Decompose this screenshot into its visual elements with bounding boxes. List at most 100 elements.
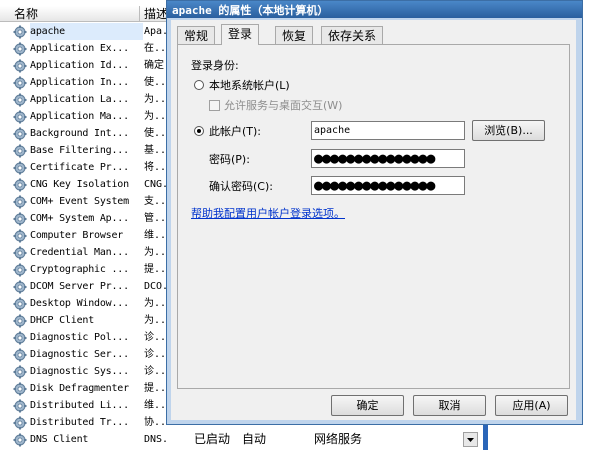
service-name: Diagnostic Pol...	[30, 332, 129, 343]
service-row[interactable]: Distributed Tr... 协..	[0, 414, 170, 431]
account-name-input[interactable]: apache	[311, 121, 465, 140]
service-name: DNS Client	[30, 434, 89, 445]
service-description: 确定	[144, 60, 164, 71]
tab-recovery[interactable]: 恢复	[275, 26, 314, 44]
service-row[interactable]: Application In... 使..	[0, 74, 170, 91]
service-description: DCO.	[144, 281, 168, 292]
service-name: Distributed Li...	[30, 400, 129, 411]
logon-as-cell: 网络服务	[314, 432, 363, 446]
cancel-button[interactable]: 取消	[413, 395, 486, 416]
service-row[interactable]: Diagnostic Sys... 诊..	[0, 363, 170, 380]
service-row[interactable]: Application Ex... 在..	[0, 40, 170, 57]
service-row[interactable]: Credential Man... 为..	[0, 244, 170, 261]
local-system-label: 本地系统帐户(L)	[209, 79, 290, 92]
dialog-title: apache 的属性（本地计算机）	[172, 4, 329, 17]
service-row[interactable]: Diagnostic Pol... 诊..	[0, 329, 170, 346]
gear-icon	[13, 433, 27, 447]
service-row[interactable]: COM+ System Ap... 管..	[0, 210, 170, 227]
confirm-password-input[interactable]: ●●●●●●●●●●●●●●●	[311, 176, 465, 195]
service-row[interactable]: Computer Browser 维..	[0, 227, 170, 244]
service-description: 协..	[144, 417, 167, 428]
service-description: 提..	[144, 264, 167, 275]
gear-icon	[13, 280, 27, 294]
service-row[interactable]: Base Filtering... 基..	[0, 142, 170, 159]
name-column-header[interactable]: 名称	[0, 6, 140, 22]
service-name: Application Id...	[30, 60, 129, 71]
service-name: Application Ma...	[30, 111, 129, 122]
service-description: 诊..	[144, 332, 167, 343]
service-row[interactable]: Desktop Window... 为..	[0, 295, 170, 312]
gear-icon	[13, 365, 27, 379]
service-row[interactable]: Application La... 为..	[0, 91, 170, 108]
service-row[interactable]: Cryptographic ... 提..	[0, 261, 170, 278]
tab-logon[interactable]: 登录	[221, 24, 260, 45]
gear-icon	[13, 263, 27, 277]
service-description: 为..	[144, 315, 167, 326]
service-description: 维..	[144, 230, 167, 241]
local-system-radio[interactable]	[194, 80, 204, 90]
service-name: Base Filtering...	[30, 145, 129, 156]
service-name: apache	[30, 23, 143, 40]
logon-help-link[interactable]: 帮助我配置用户帐户登录选项。	[191, 205, 345, 221]
allow-desktop-label: 允许服务与桌面交互(W)	[224, 99, 343, 112]
tab-general[interactable]: 常规	[177, 26, 216, 44]
service-row[interactable]: Diagnostic Ser... 诊..	[0, 346, 170, 363]
service-description: CNG.	[144, 179, 168, 190]
service-name: Application La...	[30, 94, 129, 105]
service-row[interactable]: Background Int... 使..	[0, 125, 170, 142]
dialog-titlebar[interactable]: apache 的属性（本地计算机）	[167, 1, 582, 18]
service-row[interactable]: Application Id... 确定	[0, 57, 170, 74]
tab-dependencies[interactable]: 依存关系	[321, 26, 384, 44]
browse-button[interactable]: 浏览(B)...	[472, 120, 545, 141]
service-description: 将..	[144, 162, 167, 173]
this-account-radio[interactable]	[194, 126, 204, 136]
service-row[interactable]: apache Apa.	[0, 23, 170, 40]
gear-icon	[13, 25, 27, 39]
allow-desktop-checkbox[interactable]	[209, 100, 220, 111]
service-row[interactable]: DNS Client DNS.	[0, 431, 170, 448]
gear-icon	[13, 314, 27, 328]
chevron-down-icon	[467, 438, 474, 442]
service-row[interactable]: Distributed Li... 维..	[0, 397, 170, 414]
service-row[interactable]: Disk Defragmenter 提..	[0, 380, 170, 397]
service-name: Application Ex...	[30, 43, 129, 54]
gear-icon	[13, 42, 27, 56]
service-name: Desktop Window...	[30, 298, 129, 309]
properties-dialog: apache 的属性（本地计算机） 常规 登录 恢复 依存关系 登录身份: 本地…	[166, 0, 583, 425]
service-row[interactable]: DHCP Client 为..	[0, 312, 170, 329]
service-name: Diagnostic Sys...	[30, 366, 129, 377]
service-name: Diagnostic Ser...	[30, 349, 129, 360]
gear-icon	[13, 212, 27, 226]
gear-icon	[13, 161, 27, 175]
service-row[interactable]: DCOM Server Pr... DCO.	[0, 278, 170, 295]
gear-icon	[13, 348, 27, 362]
service-description: 支..	[144, 196, 167, 207]
service-name: Certificate Pr...	[30, 162, 129, 173]
service-description: 诊..	[144, 349, 167, 360]
scroll-down-button[interactable]	[463, 432, 478, 447]
service-name: Background Int...	[30, 128, 129, 139]
gear-icon	[13, 297, 27, 311]
password-input[interactable]: ●●●●●●●●●●●●●●●	[311, 149, 465, 168]
service-name: Credential Man...	[30, 247, 129, 258]
apply-button[interactable]: 应用(A)	[495, 395, 568, 416]
service-description: 诊..	[144, 366, 167, 377]
service-description: 维..	[144, 400, 167, 411]
password-label: 密码(P):	[209, 153, 250, 166]
service-name: Distributed Tr...	[30, 417, 129, 428]
service-row[interactable]: COM+ Event System 支..	[0, 193, 170, 210]
gear-icon	[13, 144, 27, 158]
gear-icon	[13, 416, 27, 430]
service-name: Disk Defragmenter	[30, 383, 129, 394]
status-cell: 已启动	[194, 432, 231, 446]
ok-button[interactable]: 确定	[331, 395, 404, 416]
service-name: CNG Key Isolation	[30, 179, 129, 190]
gear-icon	[13, 110, 27, 124]
service-row[interactable]: Application Ma... 为..	[0, 108, 170, 125]
service-row[interactable]: CNG Key Isolation CNG.	[0, 176, 170, 193]
service-description: 为..	[144, 247, 167, 258]
service-name: Cryptographic ...	[30, 264, 129, 275]
service-description: 为..	[144, 111, 167, 122]
service-row[interactable]: Certificate Pr... 将..	[0, 159, 170, 176]
startup-type-cell: 自动	[242, 432, 267, 446]
